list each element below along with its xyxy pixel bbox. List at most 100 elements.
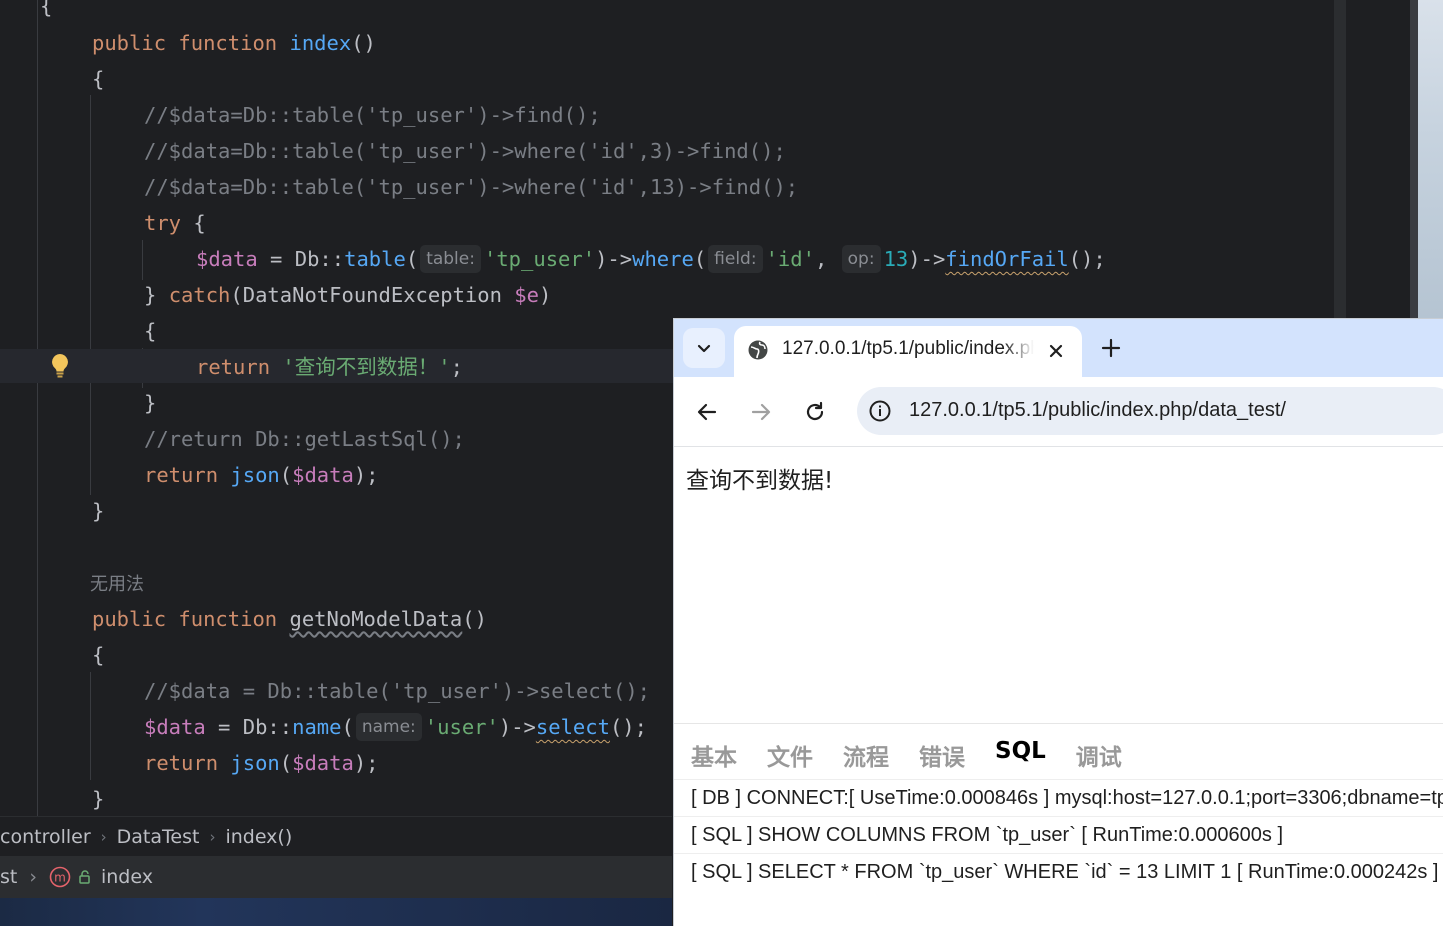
background-window — [1410, 0, 1443, 318]
code-line[interactable]: $data = Db::name(name:'user')->select(); — [144, 709, 647, 745]
code-token: )-> — [595, 247, 633, 271]
code-line[interactable]: { — [144, 313, 156, 349]
code-line[interactable]: //$data = Db::table('tp_user')->select()… — [144, 673, 650, 709]
trace-tab[interactable]: 文件 — [767, 738, 813, 772]
code-line[interactable]: try { — [144, 205, 206, 241]
usage-hint: 无用法 — [90, 574, 144, 595]
nav-item-left[interactable]: st — [0, 866, 17, 888]
code-line[interactable]: return '查询不到数据！'; — [196, 349, 463, 385]
close-icon[interactable] — [1048, 343, 1064, 359]
parameter-hint: field: — [708, 245, 763, 273]
code-token: = Db:: — [205, 715, 293, 739]
code-token: $data — [292, 463, 354, 487]
tab-title: 127.0.0.1/tp5.1/public/index.php/data_te… — [782, 338, 1034, 359]
code-line[interactable]: } catch(DataNotFoundException $e) — [144, 277, 551, 313]
code-token: public function — [92, 31, 290, 55]
code-line[interactable]: public function index() — [92, 25, 376, 61]
code-token: { — [92, 643, 105, 667]
code-line[interactable]: //return Db::getLastSql(); — [144, 421, 465, 457]
trace-tab[interactable]: 流程 — [843, 738, 889, 772]
trace-tab[interactable]: 调试 — [1076, 738, 1122, 772]
code-token: //$data=Db::table('tp_user')->find(); — [144, 103, 601, 127]
breadcrumb-item-class[interactable]: DataTest — [117, 826, 200, 848]
code-token: ( — [279, 751, 293, 775]
tab-strip: 127.0.0.1/tp5.1/public/index.php/data_te… — [674, 319, 1443, 377]
breadcrumb-item-controller[interactable]: controller — [0, 826, 91, 848]
code-token: findOrFail — [945, 247, 1069, 271]
code-line[interactable]: public function getNoModelData() — [92, 601, 487, 637]
breadcrumb: controller › DataTest › index() — [0, 816, 672, 856]
chevron-right-icon: › — [209, 827, 216, 846]
navigation-bar: st › m index — [0, 856, 672, 898]
method-icon: m — [49, 866, 71, 888]
browser-tab[interactable]: 127.0.0.1/tp5.1/public/index.php/data_te… — [734, 326, 1082, 377]
back-icon[interactable] — [695, 400, 719, 424]
breadcrumb-item-method[interactable]: index() — [225, 826, 292, 848]
nav-item-method[interactable]: index — [101, 866, 153, 888]
url-text: 127.0.0.1/tp5.1/public/index.php/data_te… — [909, 399, 1286, 421]
code-token: (DataNotFoundException — [230, 283, 515, 307]
code-token: , — [814, 247, 840, 271]
code-token: ; — [450, 355, 463, 379]
indent-guide — [90, 95, 91, 495]
code-token: )-> — [908, 247, 946, 271]
code-line[interactable]: //$data=Db::table('tp_user')->find(); — [144, 97, 601, 133]
code-line[interactable]: } — [92, 781, 104, 817]
tab-search-button[interactable] — [683, 328, 725, 368]
code-token: (); — [609, 715, 647, 739]
parameter-hint: table: — [420, 245, 481, 273]
trace-tabs: 基本 文件 流程 错误 SQL 调试 — [691, 738, 1122, 772]
code-token: } — [92, 499, 105, 523]
code-line[interactable]: { — [92, 637, 104, 673]
code-line[interactable]: } — [92, 493, 104, 529]
parameter-hint: name: — [355, 713, 422, 741]
code-token: '查询不到数据！' — [282, 355, 451, 379]
code-token: try — [144, 211, 194, 235]
code-token: where — [632, 247, 694, 271]
forward-icon[interactable] — [749, 400, 773, 424]
code-line[interactable]: { — [92, 61, 104, 97]
code-token: ( — [405, 247, 419, 271]
scrollbar[interactable] — [1334, 0, 1346, 318]
code-token: //$data = Db::table('tp_user')->select()… — [144, 679, 651, 703]
code-token: () — [351, 31, 376, 55]
browser-window[interactable]: 127.0.0.1/tp5.1/public/index.php/data_te… — [673, 318, 1443, 926]
code-line[interactable]: //$data=Db::table('tp_user')->where('id'… — [144, 133, 786, 169]
new-tab-icon[interactable] — [1101, 338, 1121, 358]
indent-guide — [90, 672, 91, 780]
chevron-down-icon — [697, 344, 711, 353]
trace-tab[interactable]: 基本 — [691, 738, 737, 772]
code-token: return — [144, 751, 231, 775]
code-token: 'tp_user' — [483, 247, 596, 271]
code-line[interactable]: return json($data); — [144, 457, 379, 493]
code-token: json — [230, 463, 280, 487]
code-line[interactable]: { — [40, 0, 52, 24]
code-token: $data — [292, 751, 354, 775]
reload-icon[interactable] — [803, 400, 827, 424]
page-message: 查询不到数据! — [686, 468, 834, 494]
code-token: ( — [341, 715, 354, 739]
code-token: { — [144, 319, 157, 343]
chevron-right-icon: › — [29, 866, 37, 888]
code-token: //$data=Db::table('tp_user')->where('id'… — [144, 139, 786, 163]
code-token: ) — [538, 283, 552, 307]
code-line[interactable]: } — [144, 385, 156, 421]
address-bar[interactable]: 127.0.0.1/tp5.1/public/index.php/data_te… — [857, 387, 1443, 435]
code-token: () — [462, 607, 487, 631]
code-token: $data — [196, 247, 258, 271]
trace-tab[interactable]: SQL — [995, 738, 1046, 772]
site-info-icon[interactable] — [868, 399, 892, 423]
code-line[interactable]: //$data=Db::table('tp_user')->where('id'… — [144, 169, 798, 205]
code-token: 13 — [883, 247, 909, 271]
indent-guide — [37, 0, 38, 816]
code-token: (); — [1068, 247, 1106, 271]
lightbulb-icon[interactable] — [50, 353, 70, 379]
browser-toolbar: 127.0.0.1/tp5.1/public/index.php/data_te… — [674, 377, 1443, 447]
code-line[interactable]: return json($data); — [144, 745, 379, 781]
code-token: $data — [144, 715, 206, 739]
code-token: return — [144, 463, 231, 487]
code-token: index — [289, 31, 352, 55]
trace-row: [ SQL ] SELECT * FROM `tp_user` WHERE `i… — [674, 853, 1443, 890]
trace-tab[interactable]: 错误 — [919, 738, 965, 772]
code-line[interactable]: $data = Db::table(table:'tp_user')->wher… — [196, 241, 1106, 277]
